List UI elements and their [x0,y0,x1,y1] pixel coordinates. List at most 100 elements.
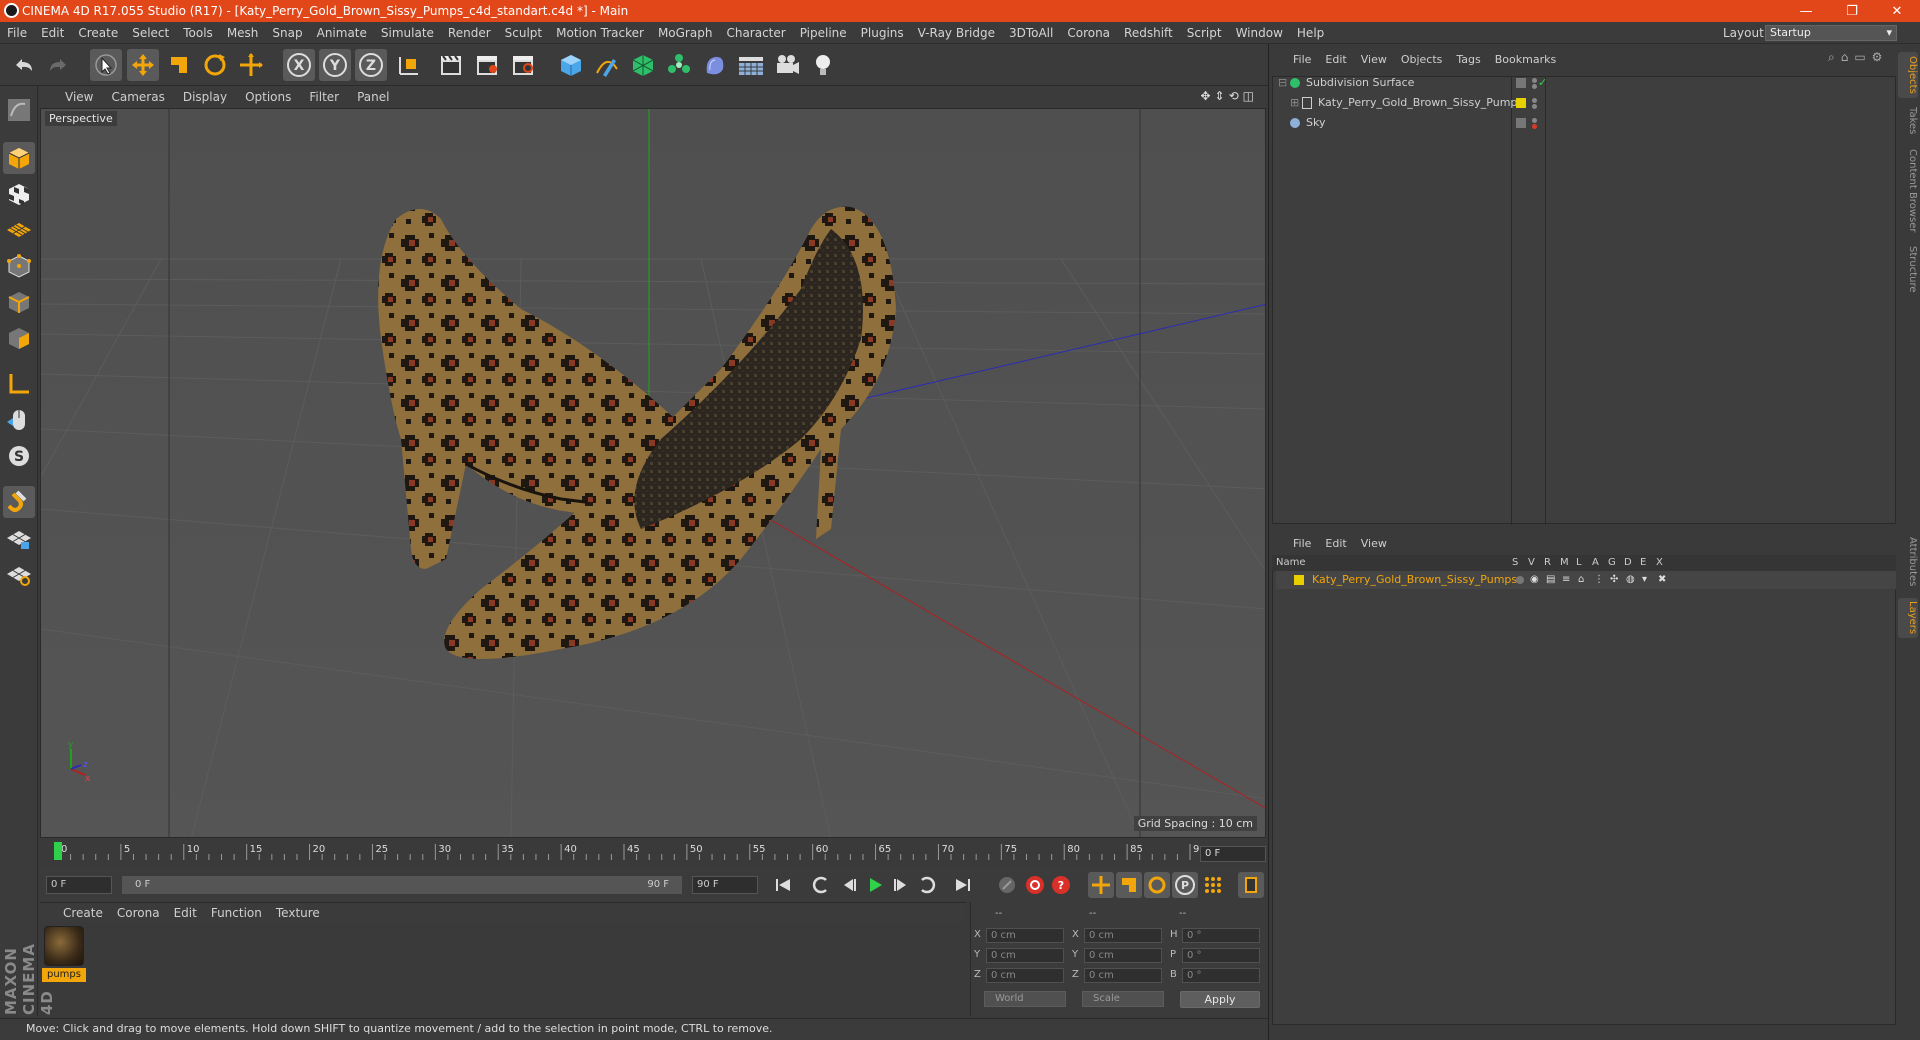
timeline-window-icon[interactable] [1238,872,1264,898]
animation-icon[interactable]: ⋮ [1594,571,1604,589]
render-visibility-dot[interactable] [1532,124,1537,129]
end-frame-field[interactable]: 90 F [692,876,758,894]
play-icon[interactable] [862,872,888,898]
apply-button[interactable]: Apply [1180,991,1260,1008]
axis-mode-icon[interactable] [3,368,35,400]
material-menu-edit[interactable]: Edit [167,906,204,920]
object-row-sky[interactable]: Sky [1276,114,1896,132]
deformers-icon[interactable]: ◍ [1626,571,1635,589]
y-axis-icon[interactable]: Y [319,49,351,81]
undo-icon[interactable] [8,49,40,81]
workplane-snap-icon[interactable] [3,558,35,590]
render-settings-icon[interactable] [507,49,539,81]
layer-menu-view[interactable]: View [1354,537,1394,550]
object-menu-file[interactable]: File [1286,53,1318,66]
object-row-subdivision-surface[interactable]: ⊟ Subdivision Surface ✓ [1276,74,1896,92]
viewport-menu-filter[interactable]: Filter [300,90,348,104]
size-z-field[interactable]: 0 cm [1084,968,1162,983]
model-mode-icon[interactable] [3,142,35,174]
rotation-b-field[interactable]: 0 ° [1182,968,1260,983]
floor-icon[interactable] [735,49,767,81]
render-visibility-dot[interactable] [1532,104,1537,109]
menu-character[interactable]: Character [719,26,792,40]
menu-3dtoall[interactable]: 3DToAll [1002,26,1060,40]
material-menu-function[interactable]: Function [204,906,269,920]
manager-icon[interactable]: ≡ [1562,571,1570,589]
light-icon[interactable] [807,49,839,81]
tweak-mode-icon[interactable] [3,404,35,436]
make-editable-icon[interactable] [3,94,35,126]
menu-snap[interactable]: Snap [265,26,309,40]
menu-script[interactable]: Script [1180,26,1229,40]
menu-animate[interactable]: Animate [310,26,374,40]
generators-icon[interactable]: ✣ [1610,571,1618,589]
frame-range-slider[interactable]: 0 F 90 F [122,876,682,894]
layer-menu-edit[interactable]: Edit [1318,537,1353,550]
object-menu-tags[interactable]: Tags [1449,53,1487,66]
z-axis-icon[interactable]: Z [355,49,387,81]
key-position-icon[interactable] [1088,872,1114,898]
restore-button[interactable]: ❐ [1829,0,1875,22]
rotate-icon[interactable] [199,49,231,81]
lock-icon[interactable]: ⌂ [1578,571,1584,589]
points-mode-icon[interactable] [3,250,35,282]
edges-mode-icon[interactable] [3,286,35,318]
subdivision-icon[interactable] [627,49,659,81]
material-menu-corona[interactable]: Corona [110,906,167,920]
workplane-icon[interactable] [3,214,35,246]
array-icon[interactable] [663,49,695,81]
menu-pipeline[interactable]: Pipeline [793,26,854,40]
move-icon[interactable] [127,49,159,81]
key-parameter-icon[interactable]: P [1172,872,1198,898]
side-tab-content-browser[interactable]: Content Browser [1898,146,1918,236]
layer-tag-icon[interactable] [1516,118,1526,128]
scale-icon[interactable] [163,49,195,81]
rotation-p-field[interactable]: 0 ° [1182,948,1260,963]
menu-window[interactable]: Window [1229,26,1290,40]
coordinate-mode-dropdown[interactable]: World [984,991,1066,1007]
editor-visibility-dot[interactable] [1532,78,1537,83]
side-tab-objects[interactable]: Objects [1898,52,1918,98]
material-thumbnail[interactable] [44,926,84,966]
expand-icon[interactable]: ⊞ [1290,94,1299,112]
viewport-menu-display[interactable]: Display [174,90,236,104]
render-view-icon[interactable] [435,49,467,81]
viewport-menu-view[interactable]: View [56,90,102,104]
menu-simulate[interactable]: Simulate [374,26,441,40]
render-clapper-icon[interactable]: ▤ [1546,571,1555,589]
expand-icon[interactable]: ⊟ [1278,74,1287,92]
previous-frame-icon[interactable] [836,872,862,898]
rotation-h-field[interactable]: 0 ° [1182,928,1260,943]
transform-icon[interactable] [235,49,267,81]
menu-plugins[interactable]: Plugins [854,26,911,40]
layer-color-swatch[interactable] [1516,98,1526,108]
coordinate-system-icon[interactable] [393,49,425,81]
object-menu-objects[interactable]: Objects [1394,53,1450,66]
record-active-icon[interactable] [1022,872,1048,898]
perspective-viewport[interactable]: y x z Perspective Grid Spacing : 10 cm [40,108,1266,838]
motion-record-icon[interactable] [994,872,1020,898]
menu-select[interactable]: Select [125,26,176,40]
snap-icon[interactable]: S [3,440,35,472]
deformer-icon[interactable] [699,49,731,81]
size-y-field[interactable]: 0 cm [1084,948,1162,963]
position-x-field[interactable]: 0 cm [986,928,1064,943]
render-picture-viewer-icon[interactable] [471,49,503,81]
object-manager-nav-icons[interactable]: ⌕⌂▭⚙ [1828,50,1888,65]
solo-toggle-icon[interactable] [1516,576,1524,584]
position-y-field[interactable]: 0 cm [986,948,1064,963]
material-menu-create[interactable]: Create [56,906,110,920]
expressions-icon[interactable]: ▾ [1642,571,1647,589]
texture-mode-icon[interactable] [3,178,35,210]
xref-icon[interactable]: ✖ [1658,571,1666,589]
layer-row[interactable]: Katy_Perry_Gold_Brown_Sissy_Pumps ◉ ▤ ≡ … [1276,571,1896,589]
object-menu-view[interactable]: View [1354,53,1394,66]
editor-visibility-dot[interactable] [1532,118,1537,123]
viewport-menu-panel[interactable]: Panel [348,90,398,104]
size-mode-dropdown[interactable]: Scale [1082,991,1164,1007]
viewport-menu-cameras[interactable]: Cameras [102,90,173,104]
position-z-field[interactable]: 0 cm [986,968,1064,983]
timeline-ruler[interactable]: 051015202530354045505560657075808590 [40,840,1266,866]
layout-dropdown[interactable]: Startup ▾ [1765,25,1897,41]
polygons-mode-icon[interactable] [3,322,35,354]
